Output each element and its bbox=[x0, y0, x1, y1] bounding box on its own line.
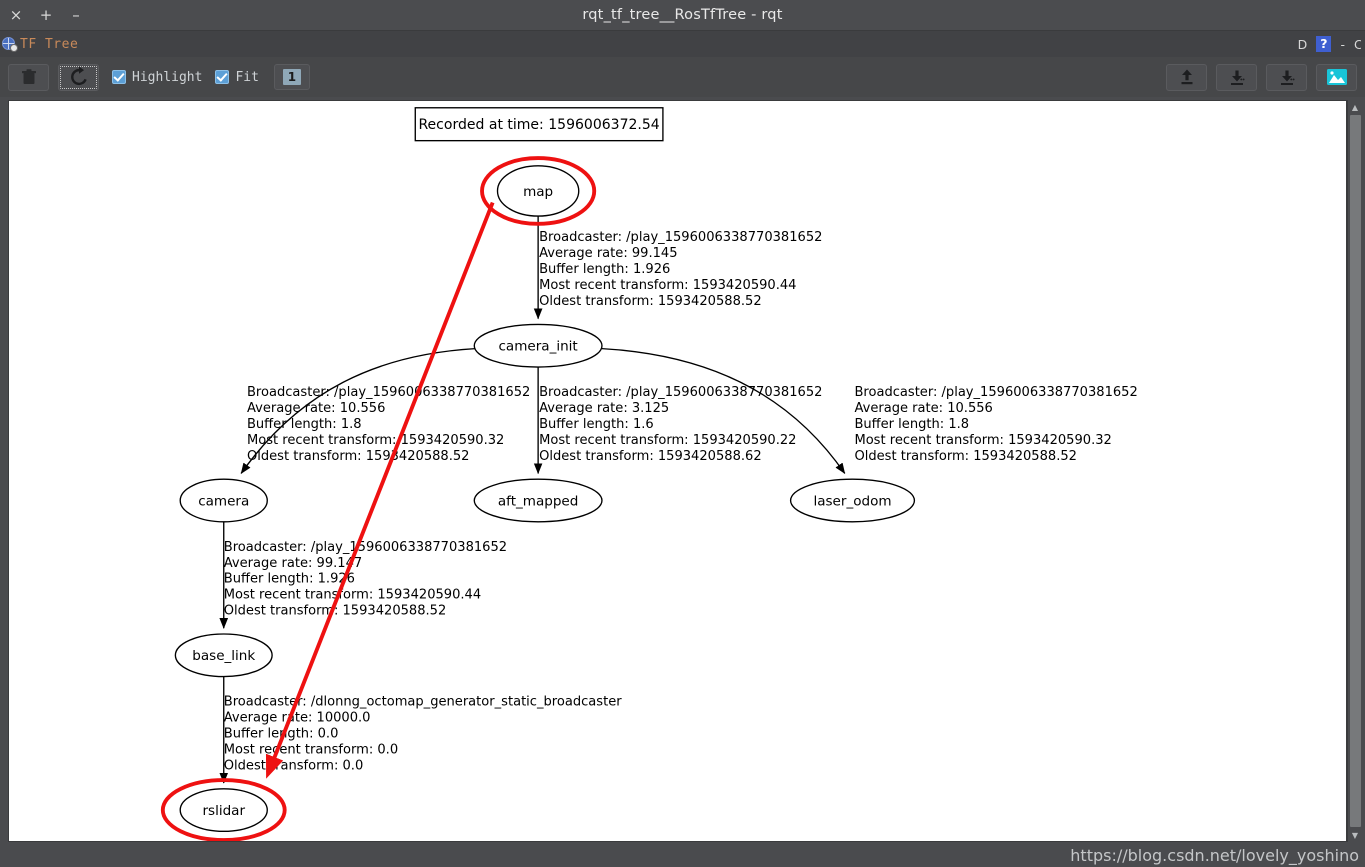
help-icon[interactable]: ? bbox=[1316, 36, 1332, 52]
plugin-title: TF Tree bbox=[20, 36, 79, 52]
aft_mapped-node-label: aft_mapped bbox=[498, 493, 578, 509]
edge-line: Most recent transform: 1593420590.32 bbox=[247, 433, 504, 448]
window-controls: × + – bbox=[0, 7, 84, 23]
base_link-node-label: base_link bbox=[192, 648, 255, 664]
edge-line: Buffer length: 1.926 bbox=[224, 572, 355, 587]
edge-line: Most recent transform: 1593420590.32 bbox=[854, 433, 1111, 448]
scroll-down-arrow-icon[interactable]: ▼ bbox=[1348, 828, 1363, 842]
recorded-time-box: Recorded at time: 1596006372.54 bbox=[414, 107, 664, 142]
red-annotation-arrow bbox=[265, 201, 495, 779]
edge-label: Broadcaster: /play_1596006338770381652 A… bbox=[224, 540, 507, 619]
edge-line: Oldest transform: 1593420588.52 bbox=[854, 449, 1077, 464]
node-aft_mapped[interactable]: aft_mapped bbox=[473, 478, 603, 523]
fit-checkbox[interactable]: Fit bbox=[215, 69, 259, 85]
edge-line: Average rate: 10000.0 bbox=[224, 711, 371, 726]
save-image-button[interactable] bbox=[1316, 63, 1357, 91]
graph-view-area: Recorded at time: 1596006372.54 Broadcas… bbox=[0, 97, 1365, 845]
recorded-time-label: Recorded at time: 1596006372.54 bbox=[418, 117, 659, 133]
edge-line: Average rate: 99.145 bbox=[539, 246, 677, 261]
save-svg-button[interactable] bbox=[1266, 63, 1307, 91]
camera-node-label: camera bbox=[198, 493, 249, 509]
edge-line: Average rate: 99.147 bbox=[224, 556, 362, 571]
map-node-label: map bbox=[523, 184, 553, 200]
scrollbar-thumb[interactable] bbox=[1349, 115, 1361, 827]
load-dot-button[interactable] bbox=[1166, 63, 1207, 91]
edge-line: Most recent transform: 1593420590.44 bbox=[539, 278, 796, 293]
edge-line: Most recent transform: 1593420590.44 bbox=[224, 588, 481, 603]
save-dot-button[interactable] bbox=[1216, 63, 1257, 91]
edge-line: Buffer length: 1.8 bbox=[854, 417, 969, 432]
edge-line: Broadcaster: /dlonng_octomap_generator_s… bbox=[224, 695, 622, 710]
edge-label-blocks: Broadcaster: /play_1596006338770381652 A… bbox=[224, 230, 1138, 773]
plugin-title-group: TF Tree bbox=[2, 36, 78, 52]
status-bar bbox=[0, 845, 1365, 867]
edge-line: Buffer length: 1.6 bbox=[539, 417, 654, 432]
refresh-button[interactable] bbox=[58, 63, 99, 91]
camera_init-node-label: camera_init bbox=[498, 339, 577, 355]
edge-label: Broadcaster: /play_1596006338770381652 A… bbox=[247, 385, 530, 464]
tf-tree-globe-gear-icon bbox=[2, 36, 18, 52]
edge-line: Buffer length: 1.926 bbox=[539, 262, 670, 277]
window-title: rqt_tf_tree__RosTfTree - rqt bbox=[582, 7, 783, 23]
refresh-icon bbox=[70, 66, 87, 86]
close-icon[interactable]: × bbox=[8, 7, 24, 23]
dock-header-controls: D ? - C bbox=[1298, 31, 1361, 57]
laser_odom-node-label: laser_odom bbox=[813, 493, 891, 509]
title-bar: × + – rqt_tf_tree__RosTfTree - rqt bbox=[0, 0, 1365, 31]
image-icon bbox=[1326, 69, 1347, 85]
edge-line: Oldest transform: 0.0 bbox=[224, 758, 364, 773]
node-camera[interactable]: camera bbox=[179, 478, 268, 523]
dock-close-icon[interactable]: C bbox=[1354, 37, 1361, 52]
node-map[interactable]: map bbox=[480, 156, 597, 226]
depth-value: 1 bbox=[282, 69, 302, 85]
edge-line: Oldest transform: 1593420588.52 bbox=[539, 294, 762, 309]
clear-button[interactable] bbox=[8, 63, 49, 91]
plugin-dock-header: TF Tree D ? - C bbox=[0, 31, 1365, 57]
dock-minimize-icon[interactable]: - bbox=[1340, 37, 1345, 52]
minimize-icon[interactable]: – bbox=[68, 7, 84, 23]
edge-line: Broadcaster: /play_1596006338770381652 bbox=[247, 385, 530, 400]
edge-line: Buffer length: 1.8 bbox=[247, 417, 362, 432]
highlight-label: Highlight bbox=[132, 69, 203, 85]
tf-graph-canvas[interactable]: Recorded at time: 1596006372.54 Broadcas… bbox=[8, 100, 1347, 842]
depth-spinbox[interactable]: 1 bbox=[273, 64, 310, 90]
dock-letter-d: D bbox=[1297, 36, 1308, 52]
node-laser_odom[interactable]: laser_odom bbox=[789, 478, 916, 523]
edge-line: Average rate: 10.556 bbox=[247, 401, 385, 416]
download-arrow-dots-icon bbox=[1230, 70, 1245, 85]
edge-line: Broadcaster: /play_1596006338770381652 bbox=[224, 540, 507, 555]
maximize-icon[interactable]: + bbox=[38, 7, 54, 23]
edge-line: Broadcaster: /play_1596006338770381652 bbox=[539, 230, 822, 245]
edge-line: Average rate: 10.556 bbox=[854, 401, 992, 416]
fit-checkbox-box[interactable] bbox=[215, 70, 230, 84]
edge-label: Broadcaster: /play_1596006338770381652 A… bbox=[854, 385, 1137, 464]
edge-line: Oldest transform: 1593420588.52 bbox=[247, 449, 470, 464]
edge-line: Most recent transform: 1593420590.22 bbox=[539, 433, 796, 448]
edge-label: Broadcaster: /play_1596006338770381652 A… bbox=[539, 230, 822, 309]
rslidar-node-label: rslidar bbox=[202, 803, 245, 819]
trash-icon bbox=[21, 69, 36, 84]
tf-tree-graph[interactable]: Recorded at time: 1596006372.54 Broadcas… bbox=[9, 101, 1346, 841]
highlight-checkbox[interactable]: Highlight bbox=[112, 70, 202, 85]
node-base_link[interactable]: base_link bbox=[174, 633, 273, 678]
toolbar-right-group bbox=[1166, 63, 1357, 91]
edge-line: Average rate: 3.125 bbox=[539, 401, 669, 416]
edge-line: Oldest transform: 1593420588.62 bbox=[539, 449, 762, 464]
vertical-scrollbar[interactable]: ▲ ▼ bbox=[1347, 100, 1362, 842]
fit-label: Fit bbox=[235, 69, 259, 85]
scroll-up-arrow-icon[interactable]: ▲ bbox=[1348, 100, 1363, 114]
highlight-checkbox-box[interactable] bbox=[112, 70, 126, 84]
plugin-toolbar: Highlight Fit 1 bbox=[0, 57, 1365, 97]
edge-label: Broadcaster: /play_1596006338770381652 A… bbox=[539, 385, 822, 464]
edge-line: Most recent transform: 0.0 bbox=[224, 742, 398, 757]
upload-arrow-icon bbox=[1181, 69, 1192, 85]
edge-line: Broadcaster: /play_1596006338770381652 bbox=[854, 385, 1137, 400]
rqt-main-window: × + – rqt_tf_tree__RosTfTree - rqt TF Tr… bbox=[0, 0, 1365, 867]
edge-line: Broadcaster: /play_1596006338770381652 bbox=[539, 385, 822, 400]
download-arrow-dots-icon bbox=[1280, 70, 1295, 85]
node-camera_init[interactable]: camera_init bbox=[473, 323, 603, 368]
node-rslidar[interactable]: rslidar bbox=[160, 778, 287, 841]
